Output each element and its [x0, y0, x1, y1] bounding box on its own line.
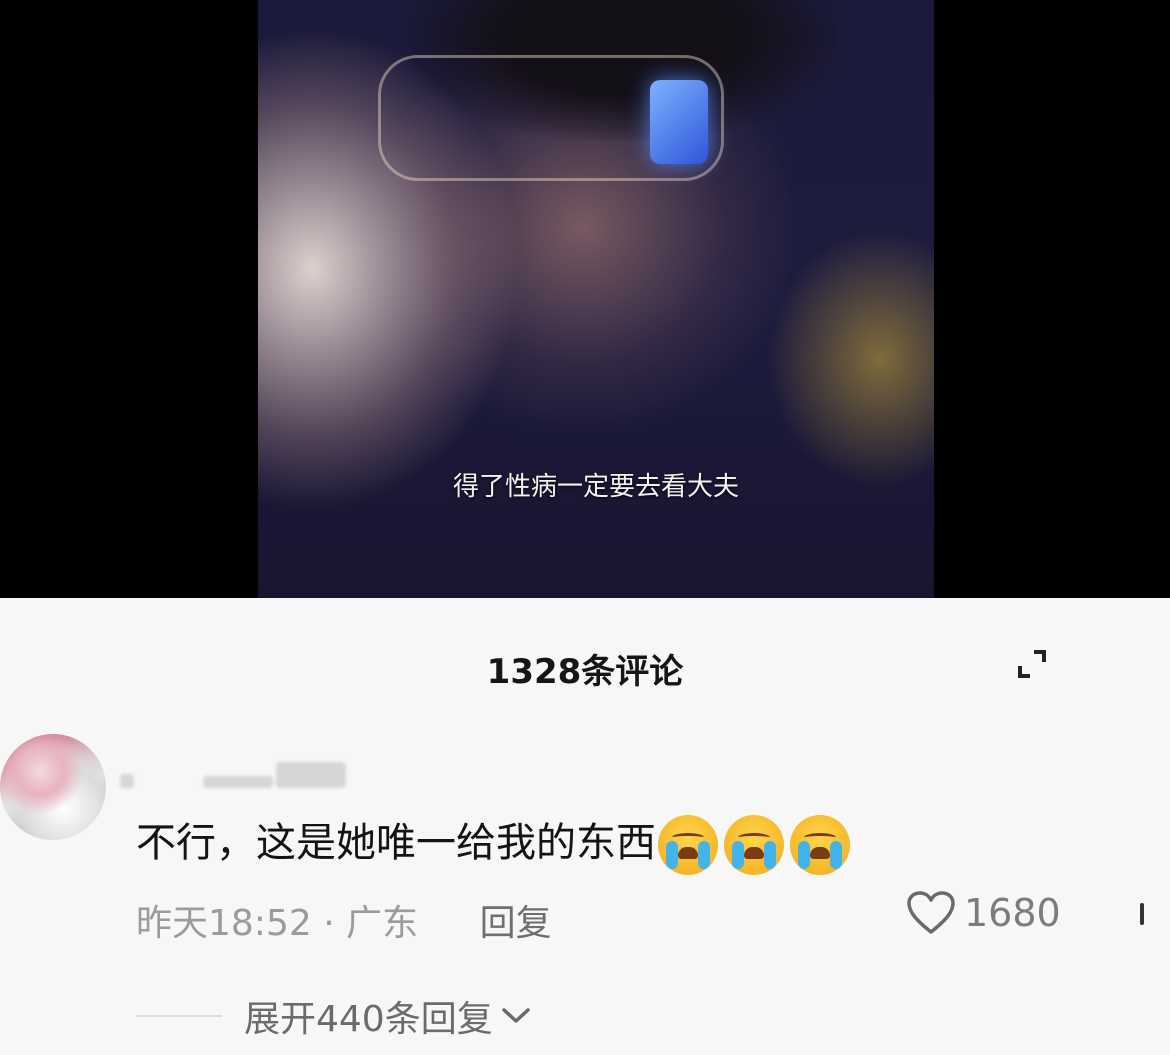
screen-reflection — [650, 80, 708, 164]
meta-separator: · — [323, 903, 335, 944]
reply-divider-line — [136, 1015, 222, 1017]
comment-body: 不行，这是她唯一给我的东西 — [136, 820, 656, 866]
comments-panel: 1328条评论 不行，这是她唯一给我的东西 昨天18:52 · 广东 回复 16… — [0, 598, 1170, 1055]
comment-meta: 昨天18:52 · 广东 回复 — [136, 894, 552, 946]
cry-emoji-icon — [790, 815, 850, 875]
heart-icon — [907, 891, 955, 934]
username-redacted — [120, 762, 347, 792]
cry-emoji-icon — [658, 815, 718, 875]
cry-emoji-icon — [724, 815, 784, 875]
emoji-row — [658, 815, 850, 875]
expand-replies-label: 展开440条回复 — [244, 999, 493, 1040]
expand-icon[interactable] — [1014, 646, 1050, 682]
video-subtitle: 得了性病一定要去看大夫 — [452, 472, 739, 502]
comment-location: 广东 — [346, 903, 419, 944]
chevron-down-icon — [501, 1008, 530, 1023]
reply-button[interactable]: 回复 — [480, 903, 552, 944]
like-button[interactable]: 1680 — [906, 890, 1061, 936]
expand-replies-button[interactable]: 展开440条回复 — [136, 990, 533, 1042]
comment-time: 昨天18:52 — [136, 903, 312, 944]
avatar[interactable] — [0, 734, 106, 840]
more-icon[interactable] — [1140, 903, 1144, 925]
video-frame[interactable]: 得了性病一定要去看大夫 — [258, 0, 934, 598]
comment-count-title: 1328条评论 — [486, 652, 684, 692]
like-count: 1680 — [964, 891, 1061, 935]
comment-text: 不行，这是她唯一给我的东西 — [136, 810, 850, 875]
video-player[interactable]: 得了性病一定要去看大夫 — [0, 0, 1170, 598]
